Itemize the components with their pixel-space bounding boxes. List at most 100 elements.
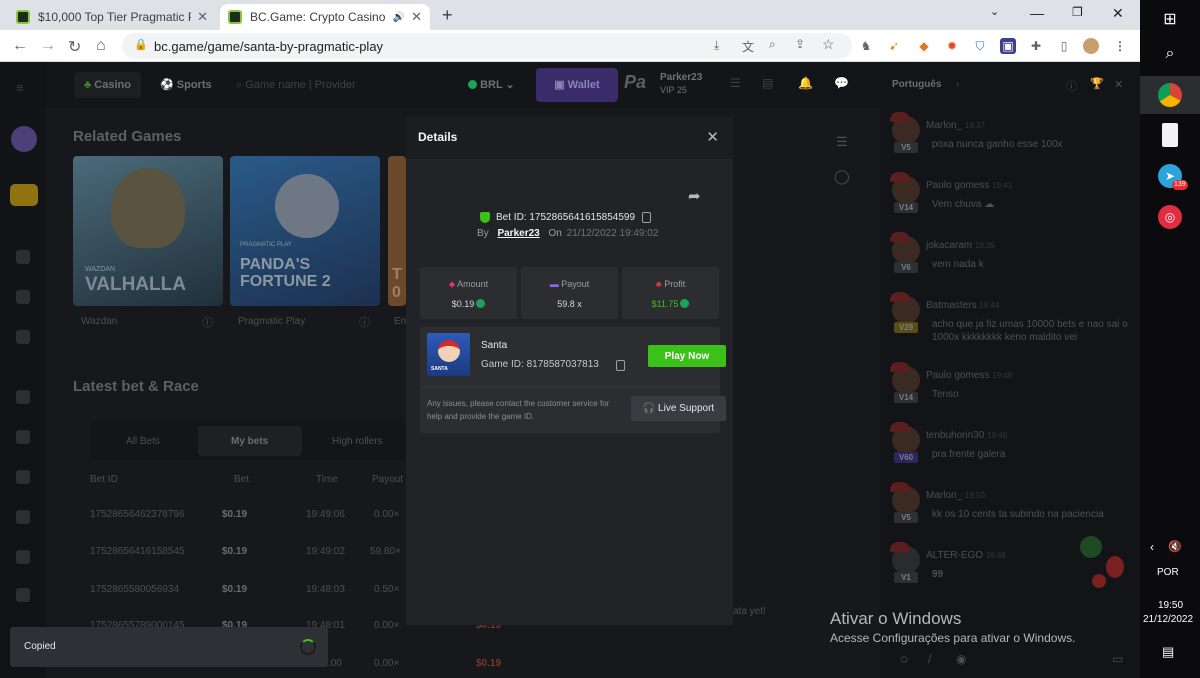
list-icon[interactable]: ☰	[730, 76, 741, 90]
omnibox[interactable]: 🔒 bc.game/game/santa-by-pragmatic-play ⤓…	[122, 33, 852, 59]
chat-user[interactable]: jokacaram 19:39	[926, 240, 995, 251]
coin-rain-icon[interactable]: ◉	[956, 652, 966, 666]
wallet-button[interactable]: ▣ Wallet	[536, 68, 618, 102]
chat-user[interactable]: Paulo gomess 19:48	[926, 370, 1012, 381]
tab-all-bets[interactable]: All Bets	[126, 436, 160, 447]
lock-icon[interactable]: 🔒	[134, 38, 148, 51]
zoom-icon[interactable]: ⌕	[769, 37, 776, 52]
casino-tab[interactable]: ♣ Casino	[74, 72, 141, 98]
new-tab-button[interactable]: +	[442, 5, 453, 26]
bell-icon[interactable]: 🔔	[798, 76, 813, 90]
game-search-input[interactable]: ⌕ Game name | Provider	[236, 72, 356, 98]
rail-icon-9[interactable]	[16, 588, 30, 602]
rail-icon-1[interactable]	[16, 250, 30, 264]
side-panel-icon[interactable]: ▯	[1056, 38, 1072, 54]
browser-tab-2[interactable]: BC.Game: Crypto Casino Gam 🔊 ✕	[220, 4, 430, 30]
menu-icon[interactable]: ≡	[16, 80, 24, 95]
spin-wheel-icon[interactable]	[11, 126, 37, 152]
clock-date[interactable]: 21/12/2022	[1143, 614, 1193, 625]
rail-icon-5[interactable]	[16, 430, 30, 444]
reload-icon[interactable]: ↻	[68, 37, 81, 57]
chat-user[interactable]: ALTER-EGO 19:48	[926, 550, 1006, 561]
rail-icon-3[interactable]	[16, 330, 30, 344]
emoji-icon[interactable]: ☺	[898, 652, 910, 666]
user-name[interactable]: Parker23	[660, 72, 702, 83]
live-support-button[interactable]: 🎧 Live Support	[631, 396, 726, 421]
rail-icon-7[interactable]	[16, 510, 30, 524]
chat-close-icon[interactable]: ✕	[1114, 78, 1123, 91]
anydesk-icon[interactable]: ◎	[1158, 205, 1182, 229]
rail-icon-6[interactable]	[16, 470, 30, 484]
minimize-button[interactable]: —	[1030, 5, 1044, 21]
extension-eagle-icon[interactable]: ♞	[858, 38, 874, 54]
chat-user[interactable]: Paulo gomess 19:41	[926, 180, 1012, 191]
info-icon[interactable]: ⓘ	[359, 314, 370, 330]
bet-user-link[interactable]: Parker23	[497, 228, 539, 239]
copy-icon[interactable]	[616, 360, 625, 371]
clock-icon[interactable]: ◯	[834, 168, 850, 185]
game-card-valhalla[interactable]: WAZDAN VALHALLA	[73, 156, 223, 306]
chat-info-icon[interactable]: ⓘ	[1066, 78, 1077, 94]
speaker-icon[interactable]: 🔊	[393, 12, 405, 23]
chat-language-select[interactable]: Português	[892, 79, 941, 90]
windows-start-icon[interactable]: ⊞	[1158, 8, 1182, 32]
language-indicator[interactable]: POR	[1157, 567, 1179, 578]
bookmark-star-icon[interactable]: ☆	[822, 36, 835, 53]
clock-time[interactable]: 19:50	[1158, 600, 1183, 611]
santa-thumbnail[interactable]: SANTA	[427, 333, 470, 376]
close-tab-icon[interactable]: ✕	[411, 9, 422, 25]
back-icon[interactable]: ←	[12, 37, 28, 55]
play-now-button[interactable]: Play Now	[648, 345, 726, 367]
metamask-icon[interactable]: ◆	[916, 38, 932, 54]
tab-my-bets[interactable]: My bets	[231, 436, 268, 447]
extension-orange-icon[interactable]: ➹	[886, 38, 902, 54]
close-tab-icon[interactable]: ✕	[197, 9, 208, 25]
chat-user[interactable]: Marlon_ 19:50	[926, 490, 985, 501]
speaker-muted-icon[interactable]: 🔇	[1168, 540, 1182, 553]
chevron-left-icon[interactable]: ‹	[1150, 540, 1154, 554]
browser-tab-1[interactable]: $10,000 Top Tier Pragmatic Play N ✕	[8, 4, 216, 30]
forward-icon[interactable]: →	[40, 37, 56, 55]
trophy-icon[interactable]: 🏆	[1090, 77, 1104, 90]
chat-toggle-icon[interactable]: 💬	[834, 76, 849, 90]
game-card-pandas-fortune[interactable]: PRAGMATIC PLAY PANDA'S FORTUNE 2	[230, 156, 380, 306]
extension-puzzle-blue-icon[interactable]: ▣	[1000, 38, 1016, 54]
extension-shield-icon[interactable]: ⛉	[972, 38, 988, 54]
chevron-right-icon[interactable]: ›	[956, 79, 959, 90]
tab-high-rollers[interactable]: High rollers	[332, 436, 383, 447]
tab-search-icon[interactable]: ⌄	[990, 5, 999, 18]
home-icon[interactable]: ⌂	[96, 37, 106, 55]
share-icon[interactable]: ➦	[688, 187, 701, 205]
close-window-button[interactable]: ✕	[1112, 5, 1124, 22]
chat-user[interactable]: Batmasters 19:44	[926, 300, 999, 311]
chat-user[interactable]: Marlon_ 19:37	[926, 120, 985, 131]
search-icon[interactable]: ⌕	[1158, 42, 1182, 66]
game-card-partial[interactable]: T 0	[388, 156, 406, 306]
file-icon[interactable]	[1162, 123, 1178, 147]
more-icon[interactable]: ☰	[836, 134, 848, 150]
sports-tab[interactable]: ⚽ Sports	[160, 72, 212, 98]
inbox-icon[interactable]: ▤	[762, 76, 773, 90]
rail-icon-8[interactable]	[16, 550, 30, 564]
extensions-puzzle-icon[interactable]: ✚	[1028, 38, 1044, 54]
copy-icon[interactable]	[642, 211, 652, 223]
restore-button[interactable]: ❐	[1072, 5, 1083, 19]
currency-select[interactable]: BRL ⌄	[466, 72, 515, 98]
extension-fire-icon[interactable]: ✹	[944, 38, 960, 54]
translate-icon[interactable]: 文	[742, 38, 754, 55]
info-icon[interactable]: ⓘ	[202, 314, 213, 330]
keyboard-icon[interactable]: ▭	[1112, 652, 1123, 666]
user-logo[interactable]: Pa	[624, 72, 654, 98]
install-icon[interactable]: ⤓	[714, 38, 719, 53]
treasure-icon[interactable]	[10, 184, 38, 206]
rail-icon-4[interactable]	[16, 390, 30, 404]
profile-avatar[interactable]	[1083, 38, 1099, 54]
notifications-icon[interactable]: ▤	[1162, 644, 1174, 660]
command-icon[interactable]: /	[928, 652, 931, 666]
rail-icon-2[interactable]	[16, 290, 30, 304]
share-icon[interactable]: ⇪	[795, 37, 805, 51]
close-icon[interactable]: ✕	[706, 128, 719, 146]
chrome-icon[interactable]	[1158, 83, 1182, 107]
menu-kebab-icon[interactable]: ⋮	[1112, 38, 1128, 54]
chat-user[interactable]: tenbuhorin30 19:46	[926, 430, 1007, 441]
